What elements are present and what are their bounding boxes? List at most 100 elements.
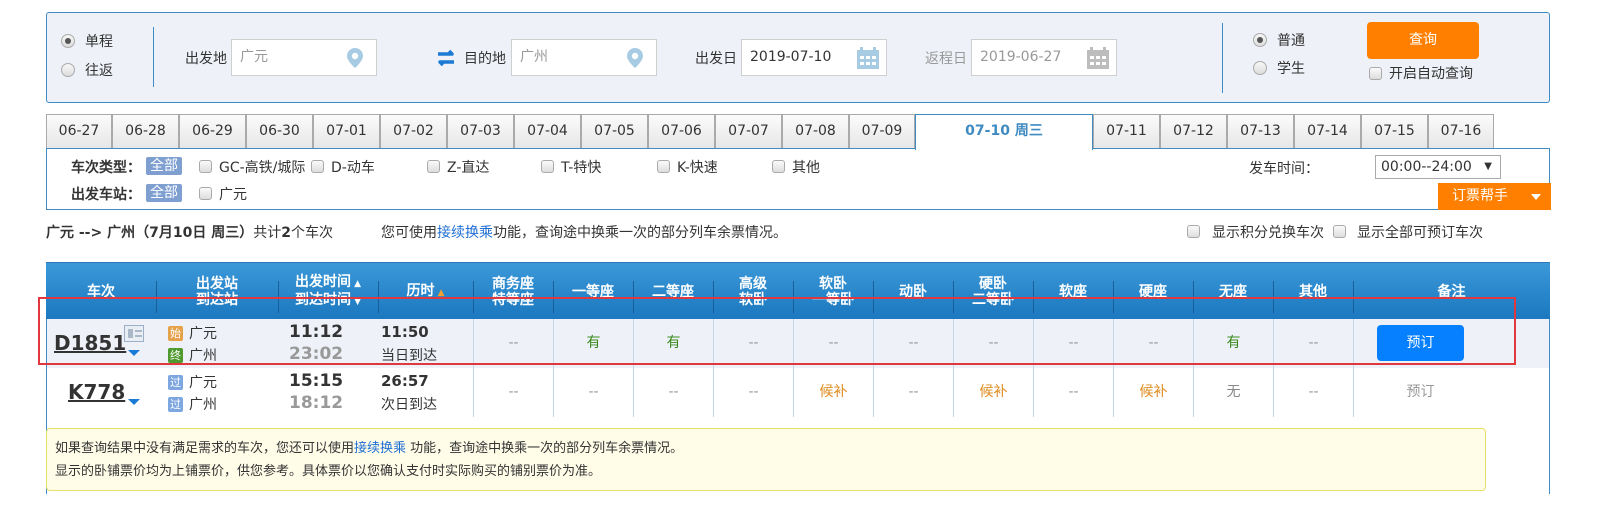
transfer-link[interactable]: 接续换乘 (354, 441, 406, 456)
adult-ticket-label[interactable]: 普通 (1277, 30, 1305, 50)
date-tab[interactable]: 07-04 (514, 114, 581, 149)
round-trip-radio[interactable] (61, 63, 75, 77)
sort-up-icon[interactable]: ▲ (351, 279, 361, 289)
seat-availability[interactable]: 有 (1193, 319, 1273, 368)
train-type-label[interactable]: 其他 (792, 157, 820, 177)
date-tab[interactable]: 07-16 (1428, 114, 1494, 149)
station-label[interactable]: 广元 (219, 184, 247, 204)
train-type-checkbox[interactable] (311, 160, 324, 173)
train-type-label[interactable]: D-动车 (331, 157, 375, 177)
expand-stops-icon[interactable] (128, 350, 140, 356)
to-input[interactable]: 广州 (511, 39, 657, 76)
sort-down-icon[interactable]: ▼ (351, 297, 361, 307)
student-ticket-label[interactable]: 学生 (1277, 58, 1305, 78)
adult-ticket-radio[interactable] (1253, 33, 1267, 47)
train-number-link[interactable]: K778 (68, 380, 125, 404)
train-type-label[interactable]: Z-直达 (447, 157, 489, 177)
date-tab[interactable]: 07-06 (648, 114, 715, 149)
date-tab[interactable]: 07-03 (447, 114, 514, 149)
return-date-input[interactable]: 2019-06-27 (971, 39, 1117, 76)
auto-query-checkbox[interactable] (1369, 67, 1382, 80)
date-tab[interactable]: 07-07 (715, 114, 782, 149)
show-all-bookable-checkbox[interactable] (1333, 225, 1346, 238)
from-station: 广元 (189, 326, 217, 342)
filter-panel: 车次类型： 全部 GC-高铁/城际 D-动车 Z-直达 T-特快 K-快速 其他 出发车站… (46, 148, 1551, 210)
train-number-link[interactable]: D1851 (54, 331, 126, 355)
seat-availability[interactable]: 候补 (953, 368, 1033, 417)
train-type-checkbox[interactable] (199, 160, 212, 173)
train-type-label[interactable]: T-特快 (561, 157, 601, 177)
notice-line-2: 显示的卧铺票价均为上铺票价，供您参考。具体票价以您确认支付时实际购买的铺别票价为… (55, 464, 602, 479)
train-type-label[interactable]: GC-高铁/城际 (219, 157, 305, 177)
date-tab[interactable]: 07-13 (1227, 114, 1294, 149)
query-button[interactable]: 查询 (1367, 22, 1479, 59)
train-type-all-tag[interactable]: 全部 (146, 157, 182, 175)
booking-helper-button[interactable]: 订票帮手 (1438, 183, 1551, 210)
show-points-trains-checkbox[interactable] (1187, 225, 1200, 238)
depart-time-select[interactable]: 00:00--24:00 ▼ (1375, 155, 1501, 179)
from-input[interactable]: 广元 (231, 39, 377, 76)
train-type-checkbox[interactable] (541, 160, 554, 173)
date-tab[interactable]: 07-12 (1160, 114, 1227, 149)
train-info-icon[interactable] (124, 325, 144, 342)
date-tab[interactable]: 07-05 (581, 114, 648, 149)
train-type-checkbox[interactable] (427, 160, 440, 173)
train-type-checkbox[interactable] (772, 160, 785, 173)
book-button[interactable]: 预订 (1377, 325, 1464, 361)
seat-availability[interactable]: 候补 (1113, 368, 1193, 417)
depart-station-label: 出发车站： (71, 187, 141, 203)
header-divider (713, 281, 714, 313)
train-type-label[interactable]: K-快速 (677, 157, 718, 177)
seat-availability[interactable]: 有 (553, 319, 633, 368)
one-way-radio[interactable] (61, 34, 75, 48)
one-way-label[interactable]: 单程 (85, 31, 113, 51)
date-tab[interactable]: 07-10 周三 (915, 114, 1093, 150)
location-pin-icon (627, 48, 643, 68)
date-tab[interactable]: 07-01 (313, 114, 380, 149)
depart-date-input[interactable]: 2019-07-10 (741, 39, 887, 76)
column-header[interactable]: 出发时间 ▲ 到达时间 ▼ (278, 263, 378, 320)
date-tab[interactable]: 07-08 (782, 114, 849, 149)
header-label: 特等座 (492, 291, 534, 308)
depart-station-all-tag[interactable]: 全部 (146, 184, 182, 202)
date-tab[interactable]: 07-11 (1093, 114, 1160, 149)
calendar-icon[interactable] (1086, 46, 1110, 70)
train-type-checkbox[interactable] (657, 160, 670, 173)
return-date-label: 返程日 (925, 51, 967, 67)
date-tab[interactable]: 07-09 (849, 114, 915, 149)
seat-availability: -- (1113, 319, 1193, 368)
transfer-link[interactable]: 接续换乘 (437, 225, 493, 241)
header-divider (1273, 281, 1274, 313)
student-ticket-radio[interactable] (1253, 61, 1267, 75)
date-tab[interactable]: 06-30 (246, 114, 313, 149)
header-divider (1193, 281, 1194, 313)
sort-up-icon[interactable]: ▲ (434, 288, 445, 298)
date-tab[interactable]: 07-02 (380, 114, 447, 149)
date-tab[interactable]: 07-15 (1361, 114, 1428, 149)
header-label: 出发站 (196, 275, 238, 292)
expand-stops-icon[interactable] (128, 399, 140, 405)
show-all-bookable-label[interactable]: 显示全部可预订车次 (1357, 222, 1483, 242)
seat-availability: -- (473, 368, 553, 417)
from-value: 广元 (240, 49, 268, 65)
show-points-trains-label[interactable]: 显示积分兑换车次 (1212, 222, 1324, 242)
column-header[interactable]: 历时 ▲ (378, 263, 473, 320)
auto-query-label[interactable]: 开启自动查询 (1389, 63, 1473, 83)
date-tab[interactable]: 07-14 (1294, 114, 1361, 149)
date-tab[interactable]: 06-29 (179, 114, 246, 149)
header-label: 无座 (1219, 283, 1247, 300)
seat-availability[interactable]: 候补 (793, 368, 873, 417)
round-trip-label[interactable]: 往返 (85, 60, 113, 80)
column-header: 软卧 一等卧 (793, 263, 873, 320)
arrive-time: 23:02 (289, 344, 344, 364)
seat-availability[interactable]: 有 (633, 319, 713, 368)
result-summary: 广元 --> 广州（7月10日 周三）共计2个车次 (46, 222, 333, 242)
return-date-value: 2019-06-27 (980, 49, 1062, 65)
date-tab[interactable]: 06-28 (112, 114, 179, 149)
calendar-icon[interactable] (856, 46, 880, 70)
header-label: 到达站 (196, 291, 238, 308)
booking-helper-label: 订票帮手 (1452, 188, 1508, 204)
swap-icon[interactable] (435, 47, 457, 69)
date-tab[interactable]: 06-27 (46, 114, 112, 149)
station-checkbox[interactable] (199, 187, 212, 200)
